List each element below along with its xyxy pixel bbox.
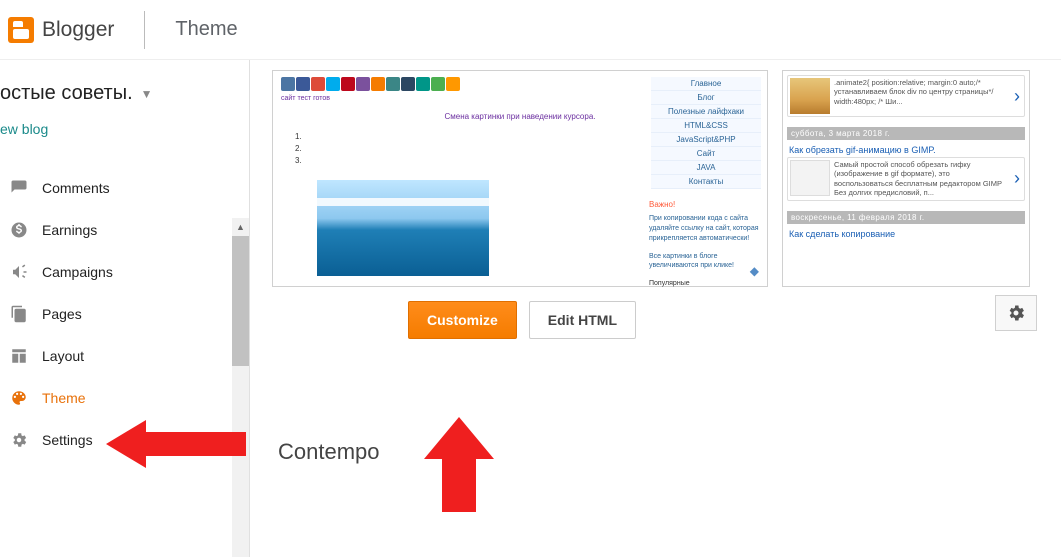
sidebar-item-label: Layout <box>42 348 84 364</box>
sidebar-item-label: Campaigns <box>42 264 113 280</box>
scrollbar-up-button[interactable]: ▲ <box>232 218 249 235</box>
blog-selector-label: остые советы. <box>0 82 133 105</box>
post-date: воскресенье, 11 февраля 2018 г. <box>787 211 1025 224</box>
preview-image <box>317 180 489 276</box>
theme-icon <box>10 389 28 407</box>
post-thumbnail <box>790 78 830 114</box>
sidebar: остые советы. ▼ ew blog Comments Earning… <box>0 60 250 557</box>
preview-post: суббота, 3 марта 2018 г. Как обрезать gi… <box>787 123 1025 201</box>
post-date: суббота, 3 марта 2018 г. <box>787 127 1025 140</box>
settings-icon <box>10 431 28 449</box>
annotation-arrow-left <box>106 416 246 472</box>
sidebar-item-campaigns[interactable]: Campaigns <box>0 251 249 293</box>
sidebar-item-label: Settings <box>42 432 93 448</box>
customize-button[interactable]: Customize <box>408 301 517 339</box>
post-excerpt: Самый простой способ обрезать гифку (изо… <box>834 160 1008 198</box>
sidebar-item-layout[interactable]: Layout <box>0 335 249 377</box>
sidebar-item-label: Theme <box>42 390 86 406</box>
pin-icon: ◆ <box>750 264 759 278</box>
sidebar-item-comments[interactable]: Comments <box>0 167 249 209</box>
sidebar-item-label: Pages <box>42 306 82 322</box>
post-title: Как сделать копирование <box>787 225 1025 241</box>
page-title: Theme <box>175 18 237 41</box>
chevron-down-icon: ▼ <box>141 87 153 101</box>
theme-action-buttons: Customize Edit HTML <box>408 301 1041 339</box>
pages-icon <box>10 305 28 323</box>
preview-post: воскресенье, 11 февраля 2018 г. Как сдел… <box>787 207 1025 241</box>
preview-row: сайт тест готов Смена картинки при навед… <box>272 70 1041 287</box>
sidebar-item-pages[interactable]: Pages <box>0 293 249 335</box>
campaigns-icon <box>10 263 28 281</box>
app-header: Blogger Theme <box>0 0 1061 60</box>
sidebar-scrollbar-thumb[interactable] <box>232 236 249 366</box>
earnings-icon <box>10 221 28 239</box>
header-divider <box>144 11 145 49</box>
sidebar-item-theme[interactable]: Theme <box>0 377 249 419</box>
live-blog-preview[interactable]: сайт тест готов Смена картинки при навед… <box>272 70 768 287</box>
blog-selector[interactable]: остые советы. ▼ <box>0 74 249 111</box>
sidebar-item-label: Comments <box>42 180 110 196</box>
edit-html-button[interactable]: Edit HTML <box>529 301 636 339</box>
theme-section-title: Contempo <box>278 439 1041 465</box>
layout-icon <box>10 347 28 365</box>
view-blog-link[interactable]: ew blog <box>0 111 249 155</box>
sidebar-item-earnings[interactable]: Earnings <box>0 209 249 251</box>
preview-menu: Главное Блог Полезные лайфхаки HTML&CSS … <box>651 77 761 189</box>
comments-icon <box>10 179 28 197</box>
preview-post: .animate2{ position:relative; margin:0 a… <box>787 75 1025 117</box>
post-thumbnail <box>790 160 830 196</box>
post-title: Как обрезать gif-анимацию в GIMP. <box>787 141 1025 157</box>
annotation-arrow-up <box>424 417 494 512</box>
blogger-logo-icon <box>8 17 34 43</box>
post-excerpt: .animate2{ position:relative; margin:0 a… <box>834 78 1008 106</box>
brand-text: Blogger <box>42 18 114 42</box>
main-content: сайт тест готов Смена картинки при навед… <box>250 60 1061 557</box>
chevron-right-icon: › <box>1012 168 1022 189</box>
mobile-blog-preview[interactable]: .animate2{ position:relative; margin:0 a… <box>782 70 1030 287</box>
gear-icon <box>1006 303 1026 323</box>
sidebar-item-label: Earnings <box>42 222 97 238</box>
chevron-right-icon: › <box>1012 86 1022 107</box>
theme-settings-button[interactable] <box>995 295 1037 331</box>
preview-sidebar-text: Важно! При копировании кода с сайта удал… <box>649 199 761 289</box>
